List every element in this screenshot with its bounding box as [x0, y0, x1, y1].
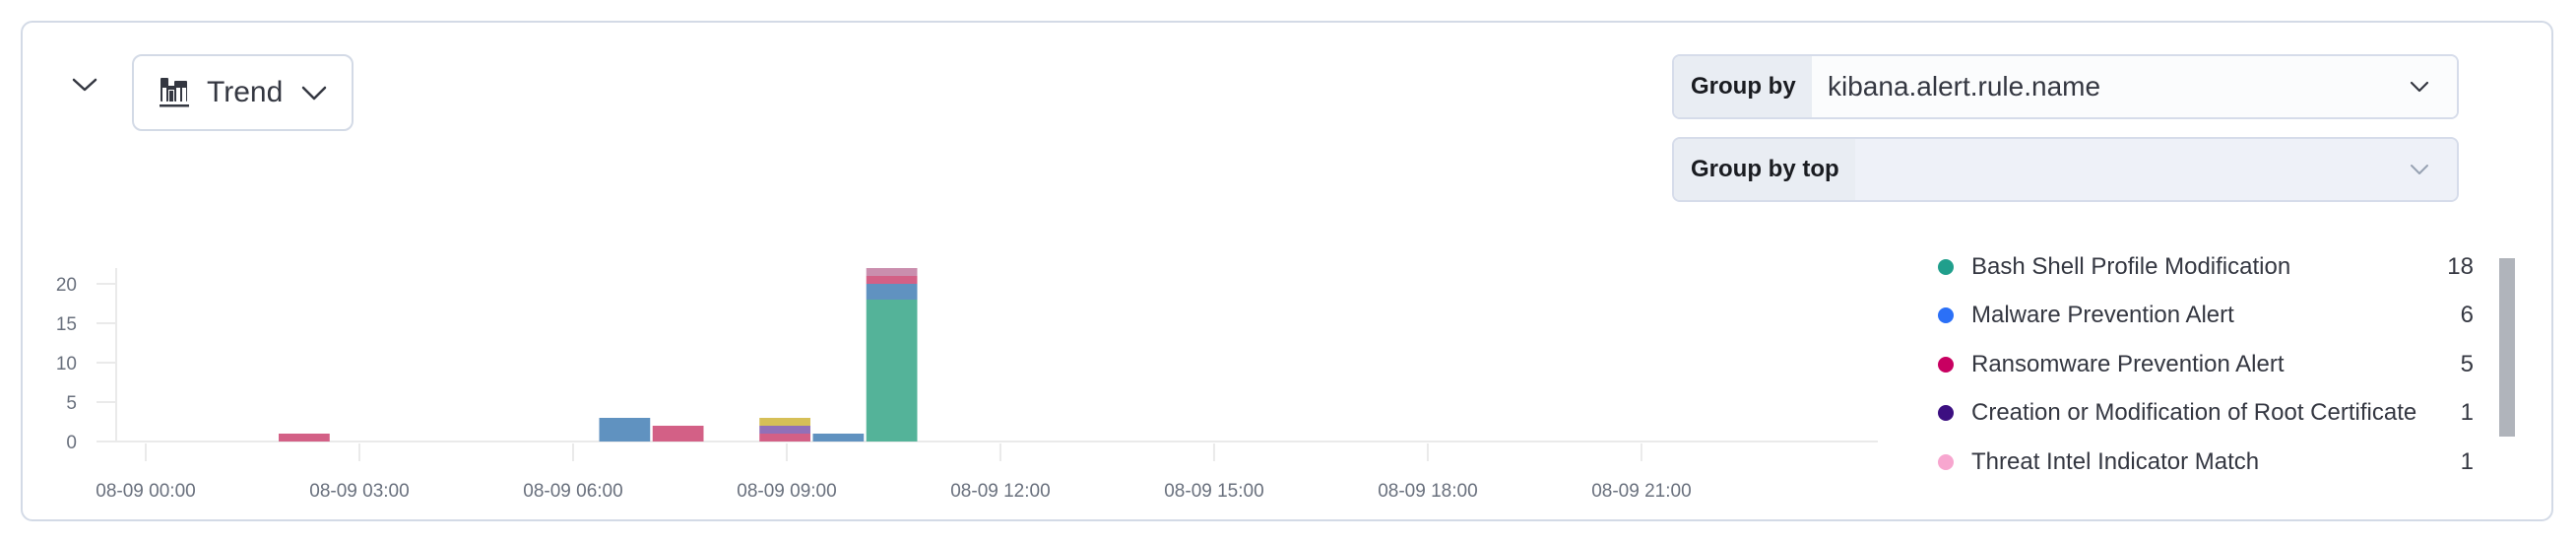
bar-segment[interactable]: [866, 300, 918, 442]
legend-color-dot: [1938, 258, 1954, 275]
group-by-top-value-field[interactable]: [1855, 139, 2457, 200]
bar-segment[interactable]: [599, 418, 651, 442]
bar-segment[interactable]: [866, 284, 918, 300]
bar-segment[interactable]: [759, 418, 810, 426]
x-tick-label: 08-09 12:00: [950, 481, 1050, 502]
legend-item-count: 5: [2460, 350, 2474, 377]
legend-item-count: 18: [2447, 252, 2474, 280]
x-tick-label: 08-09 00:00: [96, 481, 195, 502]
legend-item-name: Ransomware Prevention Alert: [1971, 350, 2285, 377]
x-tick-label: 08-09 06:00: [523, 481, 622, 502]
legend-item-name: Bash Shell Profile Modification: [1971, 252, 2291, 280]
legend-item-count: 1: [2460, 447, 2474, 475]
alerts-trend-chart: 0 5 10 15 20 08-09 00:00 08-09 03:00 08-09 06:0…: [56, 268, 1878, 502]
legend-color-dot: [1938, 405, 1954, 422]
legend-color-dot: [1938, 307, 1954, 324]
bar-segment[interactable]: [866, 268, 918, 276]
bar-segment[interactable]: [812, 434, 865, 442]
legend-item[interactable]: Bash Shell Profile Modification 18: [1930, 242, 2491, 292]
y-tick-label: 10: [56, 354, 77, 374]
legend-item[interactable]: Ransomware Prevention Alert 5: [1930, 340, 2491, 389]
y-tick-label: 15: [56, 314, 77, 335]
x-tick-label: 08-09 03:00: [309, 481, 409, 502]
legend-scrollbar[interactable]: [2499, 258, 2515, 437]
y-tick-label: 0: [66, 433, 77, 453]
bar-segment[interactable]: [279, 434, 330, 442]
y-tick-label: 5: [66, 393, 77, 414]
x-tick-label: 08-09 18:00: [1378, 481, 1477, 502]
legend-item[interactable]: Creation or Modification of Root Certifi…: [1930, 389, 2491, 439]
legend-item-name: Threat Intel Indicator Match: [1971, 447, 2260, 475]
x-tick-label: 08-09 09:00: [737, 481, 836, 502]
legend-item-count: 6: [2460, 302, 2474, 329]
legend-item[interactable]: Malware Prevention Alert 6: [1930, 292, 2491, 341]
chevron-down-icon: [2410, 81, 2429, 93]
x-tick-label: 08-09 21:00: [1591, 481, 1691, 502]
bar-segment[interactable]: [759, 434, 810, 442]
bar-segment[interactable]: [866, 276, 918, 284]
bar-segment[interactable]: [652, 426, 704, 442]
chevron-down-icon: [2411, 165, 2428, 174]
legend-item-name: Malware Prevention Alert: [1971, 302, 2234, 329]
bar-segment[interactable]: [759, 426, 810, 434]
legend-color-dot: [1938, 356, 1954, 373]
legend-color-dot: [1938, 453, 1954, 470]
legend-item-name: Creation or Modification of Root Certifi…: [1971, 399, 2417, 427]
legend-item-count: 1: [2460, 399, 2474, 427]
chart-legend: Bash Shell Profile Modification 18 Malware…: [1930, 242, 2491, 499]
x-tick-label: 08-09 15:00: [1164, 481, 1263, 502]
legend-item[interactable]: Threat Intel Indicator Match 1: [1930, 438, 2491, 487]
legend-item-name: Unusual File Creation - Alternate Data S…: [1971, 497, 2452, 499]
y-tick-label: 20: [56, 275, 77, 296]
legend-item[interactable]: Unusual File Creation - Alternate Data S…: [1930, 487, 2491, 499]
